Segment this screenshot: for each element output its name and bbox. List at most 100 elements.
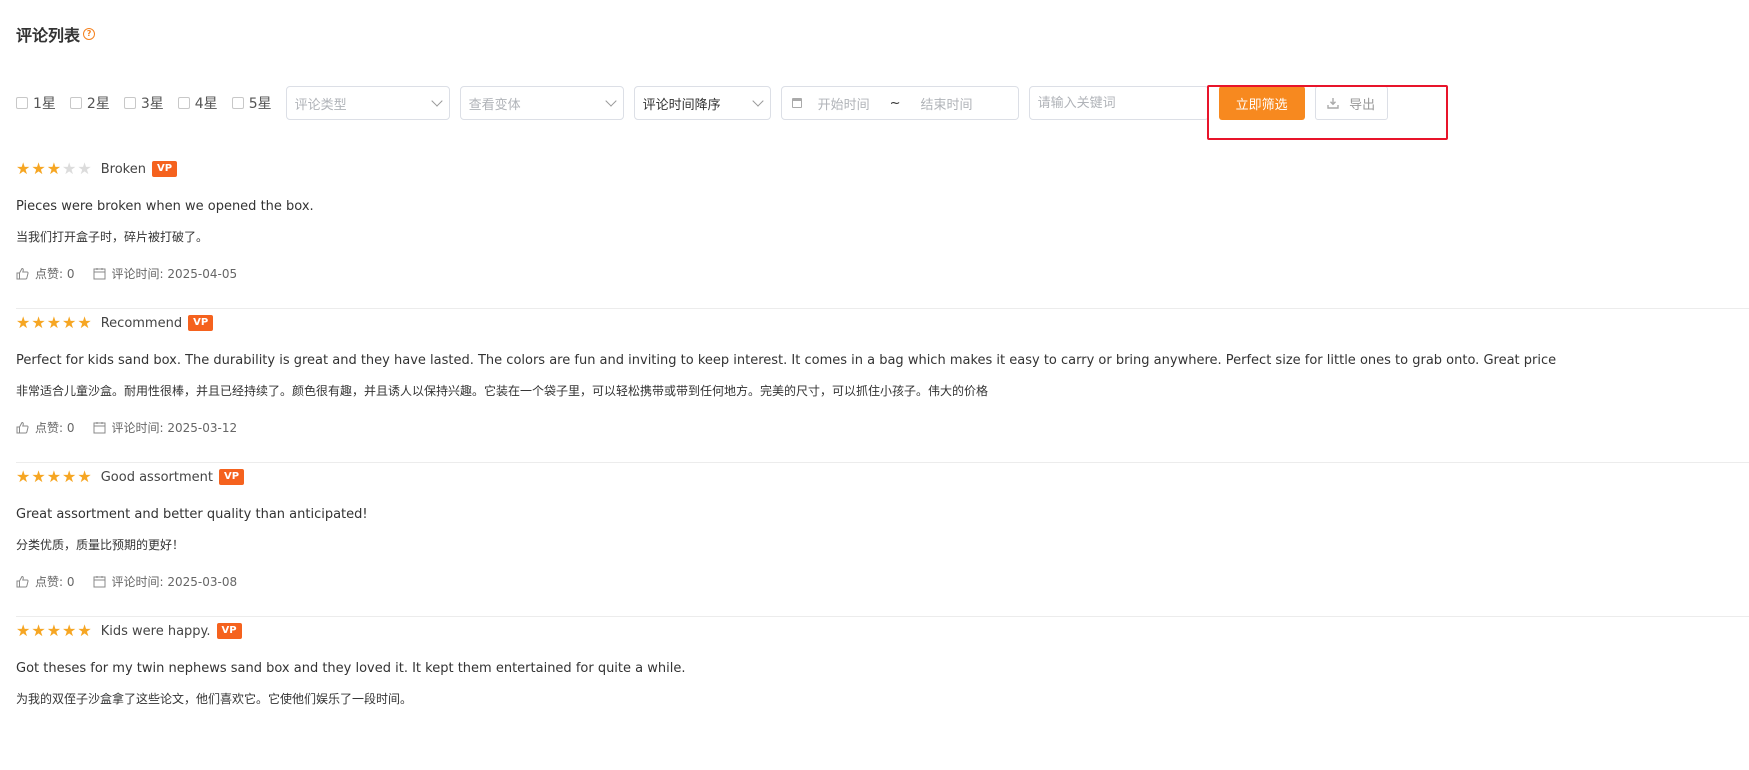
review-type-select[interactable]: 评论类型 [285, 86, 450, 120]
thumbs-up-icon[interactable] [16, 267, 29, 280]
chevron-down-icon [604, 95, 617, 107]
checkbox-4-star[interactable] [177, 97, 190, 109]
review-text-zh: 分类优质，质量比预期的更好！ [16, 538, 185, 552]
date-separator: ~ [889, 95, 901, 111]
sort-select[interactable]: 评论时间降序 [633, 86, 771, 120]
like-count: 点赞: 0 [35, 267, 75, 281]
review-title: Recommend [100, 315, 183, 331]
review-item: ★ ★ ★ ★ ★ Good assortment VP Great assor… [16, 463, 1749, 617]
star-icon: ★ [16, 467, 31, 486]
star-icon: ★ [77, 313, 92, 332]
review-list: ★ ★ ★ ★ ★ Broken VP Pieces were broken w… [16, 155, 1749, 770]
thumbs-up-icon[interactable] [16, 421, 29, 434]
review-title: Kids were happy. [100, 623, 211, 639]
star-filter-label: 2星 [86, 96, 110, 112]
vp-badge: VP [188, 315, 214, 331]
vp-badge: VP [219, 469, 245, 485]
star-icon: ★ [62, 621, 77, 640]
calendar-icon [791, 98, 802, 108]
vp-badge: VP [216, 623, 242, 639]
checkbox-5-star[interactable] [231, 97, 244, 109]
like-count: 点赞: 0 [35, 421, 75, 435]
chevron-down-icon [430, 95, 443, 107]
filter-bar: 1星 2星 3星 4星 5星 评论类型 查看变体 评论时间降序 开始时间 ~ 结… [16, 85, 1388, 121]
star-icon: ★ [46, 159, 62, 178]
review-header: ★ ★ ★ ★ ★ Broken VP [16, 161, 178, 177]
star-icon: ★ [77, 159, 92, 178]
variant-select[interactable]: 查看变体 [459, 86, 624, 120]
star-icon: ★ [77, 467, 92, 486]
export-button[interactable]: 导出 [1314, 86, 1388, 120]
star-filter-label: 1星 [33, 96, 56, 112]
review-title: Broken [100, 161, 146, 177]
sort-value: 评论时间降序 [642, 97, 721, 113]
export-label: 导出 [1349, 97, 1376, 113]
date-start-input[interactable]: 开始时间 [818, 94, 870, 113]
star-rating: ★ ★ ★ ★ ★ [16, 315, 93, 331]
star-filter-1[interactable]: 1星 [16, 93, 56, 113]
star-icon: ★ [62, 159, 77, 178]
star-icon: ★ [31, 313, 46, 332]
star-rating: ★ ★ ★ ★ ★ [16, 623, 93, 639]
star-icon: ★ [62, 467, 77, 486]
review-text-en: Perfect for kids sand box. The durabilit… [16, 353, 1557, 368]
star-icon: ★ [46, 621, 62, 640]
review-text-zh: 为我的双侄子沙盒拿了这些论文，他们喜欢它。它使他们娱乐了一段时间。 [16, 692, 413, 706]
review-text-zh: 非常适合儿童沙盒。耐用性很棒，并且已经持续了。颜色很有趣，并且诱人以保持兴趣。它… [16, 384, 989, 398]
review-text-en: Great assortment and better quality than… [16, 507, 368, 522]
checkbox-3-star[interactable] [123, 97, 136, 109]
download-icon [1327, 98, 1339, 109]
star-rating: ★ ★ ★ ★ ★ [16, 161, 93, 177]
review-text-en: Got theses for my twin nephews sand box … [16, 661, 686, 676]
star-filter-3[interactable]: 3星 [123, 93, 164, 113]
keyword-input[interactable] [1028, 86, 1209, 120]
review-text-zh: 当我们打开盒子时，碎片被打破了。 [16, 230, 209, 244]
variant-placeholder: 查看变体 [468, 97, 521, 113]
review-header: ★ ★ ★ ★ ★ Kids were happy. VP [16, 623, 242, 639]
star-icon: ★ [16, 621, 31, 640]
review-date: 评论时间: 2025-04-05 [111, 267, 238, 281]
thumbs-up-icon[interactable] [16, 575, 29, 588]
star-icon: ★ [16, 313, 31, 332]
star-filter-label: 5星 [248, 96, 272, 112]
star-icon: ★ [62, 313, 77, 332]
calendar-icon [93, 268, 105, 280]
vp-badge: VP [151, 161, 178, 177]
review-title: Good assortment [100, 469, 213, 485]
star-filter-label: 4星 [194, 96, 218, 112]
review-item: ★ ★ ★ ★ ★ Broken VP Pieces were broken w… [16, 155, 1749, 309]
calendar-icon [93, 422, 105, 434]
star-icon: ★ [77, 621, 92, 640]
checkbox-2-star[interactable] [69, 97, 82, 109]
star-filter-2[interactable]: 2星 [69, 93, 110, 113]
star-icon: ★ [46, 313, 62, 332]
date-range-picker[interactable]: 开始时间 ~ 结束时间 [780, 86, 1019, 120]
date-end-input[interactable]: 结束时间 [921, 94, 973, 113]
review-meta: 点赞: 0 评论时间: 2025-03-12 [16, 419, 237, 436]
title-row: 评论列表 ? [16, 22, 96, 46]
star-filter-5[interactable]: 5星 [231, 93, 272, 113]
star-icon: ★ [31, 159, 46, 178]
star-icon: ★ [46, 467, 62, 486]
review-meta: 点赞: 0 评论时间: 2025-03-08 [16, 573, 237, 590]
star-filter-4[interactable]: 4星 [177, 93, 218, 113]
star-icon: ★ [31, 621, 46, 640]
review-header: ★ ★ ★ ★ ★ Recommend VP [16, 315, 214, 331]
review-meta: 点赞: 0 评论时间: 2025-04-05 [16, 265, 237, 282]
checkbox-1-star[interactable] [16, 97, 28, 109]
review-item: ★ ★ ★ ★ ★ Recommend VP Perfect for kids … [16, 309, 1749, 463]
star-icon: ★ [16, 159, 31, 178]
filter-now-button[interactable]: 立即筛选 [1218, 86, 1305, 120]
review-text-en: Pieces were broken when we opened the bo… [16, 199, 314, 214]
page-title: 评论列表 [16, 26, 81, 45]
like-count: 点赞: 0 [35, 575, 75, 589]
calendar-icon [93, 576, 105, 588]
star-rating: ★ ★ ★ ★ ★ [16, 469, 93, 485]
review-date: 评论时间: 2025-03-12 [111, 421, 238, 435]
review-type-placeholder: 评论类型 [294, 97, 347, 113]
help-icon[interactable]: ? [83, 28, 96, 40]
review-date: 评论时间: 2025-03-08 [111, 575, 238, 589]
star-icon: ★ [31, 467, 46, 486]
chevron-down-icon [751, 95, 764, 107]
review-header: ★ ★ ★ ★ ★ Good assortment VP [16, 469, 245, 485]
